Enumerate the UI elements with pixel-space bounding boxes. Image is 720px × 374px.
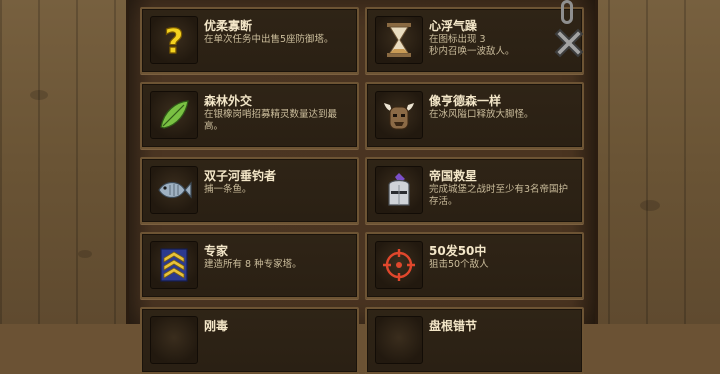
close-x-icon: [554, 28, 584, 58]
achievement-title: 双子河垂钓者: [204, 169, 277, 183]
achievement-card[interactable]: 盘根错节: [365, 307, 584, 374]
knight-helmet-icon: [375, 166, 423, 214]
achievement-title: 帝国救星: [429, 169, 478, 183]
leaf-icon: [150, 91, 198, 139]
fish-icon: [150, 166, 198, 214]
crosshair-icon: [375, 241, 423, 289]
achievement-card[interactable]: 帝国救星 完成城堡之战时至少有3名帝国护存活。: [365, 157, 584, 224]
achievement-desc: 狙击50个敌人: [429, 259, 489, 270]
achievement-title: 优柔寡断: [204, 19, 253, 33]
close-button[interactable]: [549, 23, 589, 63]
achievement-card[interactable]: 像亨德森一样 在冰风隘口释放大脚怪。: [365, 82, 584, 149]
roots-icon: [375, 316, 423, 364]
achievement-desc: 捕一条鱼。: [204, 184, 252, 195]
achievement-card[interactable]: ? 优柔寡断 在单次任务中出售5座防御塔。: [140, 7, 359, 74]
achievement-title: 专家: [204, 244, 229, 258]
achievement-title: 盘根错节: [429, 319, 478, 333]
hourglass-icon: [375, 16, 423, 64]
achievement-desc: 完成城堡之战时至少有3名帝国护存活。: [429, 184, 569, 207]
achievement-card[interactable]: 森林外交 在银橡岗哨招募精灵数量达到最高。: [140, 82, 359, 149]
question-mark-icon: ?: [150, 16, 198, 64]
achievement-desc: 建造所有 8 种专家塔。: [204, 259, 302, 270]
achievement-card[interactable]: 专家 建造所有 8 种专家塔。: [140, 232, 359, 299]
wood-knot: [78, 250, 92, 258]
chevron-rank-icon: [150, 241, 198, 289]
unknown-icon: [150, 316, 198, 364]
achievement-title: 刚毒: [204, 319, 229, 333]
achievement-desc: 在图标出现 3 秒内召唤一波敌人。: [429, 34, 515, 57]
achievement-title: 森林外交: [204, 94, 253, 108]
achievement-card[interactable]: 50发50中 狙击50个敌人: [365, 232, 584, 299]
yeti-icon: [375, 91, 423, 139]
achievement-title: 50发50中: [429, 244, 487, 258]
achievement-desc: 在银橡岗哨招募精灵数量达到最高。: [204, 109, 338, 132]
svg-text:?: ?: [164, 22, 184, 59]
chain-decoration: [561, 0, 573, 24]
wood-knot: [640, 200, 660, 211]
achievement-card[interactable]: 刚毒: [140, 307, 359, 374]
achievement-title: 像亨德森一样: [429, 94, 502, 108]
wood-knot: [30, 90, 48, 100]
achievement-card[interactable]: 双子河垂钓者 捕一条鱼。: [140, 157, 359, 224]
achievement-desc: 在单次任务中出售5座防御塔。: [204, 34, 334, 45]
achievement-desc: 在冰风隘口释放大脚怪。: [429, 109, 534, 120]
